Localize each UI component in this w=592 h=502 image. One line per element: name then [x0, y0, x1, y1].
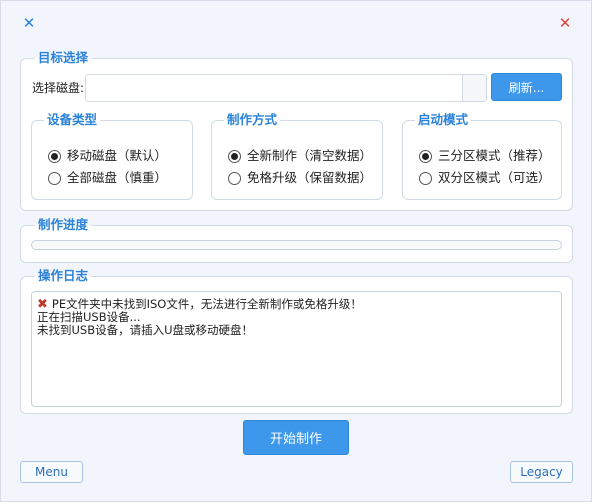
make-mode-group: 制作方式 全新制作（清空数据） 免格升级（保留数据）: [211, 112, 383, 200]
log-group: 操作日志 ✖ PE文件夹中未找到ISO文件，无法进行全新制作或免格升级！ 正在扫…: [20, 268, 573, 414]
close-icon[interactable]: ✕: [21, 15, 37, 31]
radio-removable-disk[interactable]: 移动磁盘（默认）: [48, 148, 167, 164]
device-type-group: 设备类型 移动磁盘（默认） 全部磁盘（慎重）: [31, 112, 193, 200]
log-box[interactable]: ✖ PE文件夹中未找到ISO文件，无法进行全新制作或免格升级！ 正在扫描USB设…: [31, 291, 562, 407]
make-mode-title: 制作方式: [224, 112, 281, 128]
refresh-button[interactable]: 刷新...: [491, 73, 562, 101]
target-group: 目标选择 选择磁盘: 刷新... 设备类型 移动磁盘（默认） 全部磁盘（慎重） …: [20, 50, 573, 211]
radio-label: 三分区模式（推荐）: [438, 148, 551, 163]
radio-three-partition[interactable]: 三分区模式（推荐）: [419, 148, 551, 164]
radio-two-partition[interactable]: 双分区模式（可选）: [419, 170, 551, 186]
radio-label: 免格升级（保留数据）: [247, 170, 373, 185]
log-line: 未找到USB设备，请插入U盘或移动硬盘！: [37, 324, 556, 337]
progress-group-title: 制作进度: [35, 217, 92, 233]
boot-mode-group: 启动模式 三分区模式（推荐） 双分区模式（可选）: [402, 112, 562, 200]
progress-bar: [31, 240, 562, 250]
start-button[interactable]: 开始制作: [243, 420, 349, 455]
radio-button[interactable]: [419, 171, 432, 185]
close-window-icon[interactable]: ✕: [557, 15, 573, 31]
radio-label: 移动磁盘（默认）: [67, 148, 168, 163]
radio-fresh-make[interactable]: 全新制作（清空数据）: [228, 148, 372, 164]
radio-button[interactable]: [228, 171, 241, 185]
disk-dropdown-button[interactable]: [462, 75, 486, 101]
log-group-title: 操作日志: [35, 268, 92, 284]
radio-upgrade[interactable]: 免格升级（保留数据）: [228, 170, 372, 186]
radio-button-checked[interactable]: [228, 149, 241, 163]
legacy-button[interactable]: Legacy: [510, 461, 573, 483]
device-type-title: 设备类型: [44, 112, 101, 128]
radio-label: 双分区模式（可选）: [438, 170, 551, 185]
radio-all-disks[interactable]: 全部磁盘（慎重）: [48, 170, 167, 186]
progress-group: 制作进度: [20, 217, 573, 263]
radio-label: 全新制作（清空数据）: [247, 148, 373, 163]
radio-label: 全部磁盘（慎重）: [67, 170, 168, 185]
disk-select[interactable]: [85, 74, 487, 102]
main-window: ✕ ✕ 目标选择 选择磁盘: 刷新... 设备类型 移动磁盘（默认） 全部磁盘（…: [0, 0, 592, 502]
boot-mode-title: 启动模式: [415, 112, 472, 128]
radio-button-checked[interactable]: [419, 149, 432, 163]
target-group-title: 目标选择: [35, 50, 92, 66]
menu-button[interactable]: Menu: [20, 461, 83, 483]
log-line-text: 未找到USB设备，请插入U盘或移动硬盘！: [37, 323, 254, 337]
radio-button[interactable]: [48, 171, 61, 185]
radio-button-checked[interactable]: [48, 149, 61, 163]
disk-label: 选择磁盘:: [32, 81, 85, 95]
